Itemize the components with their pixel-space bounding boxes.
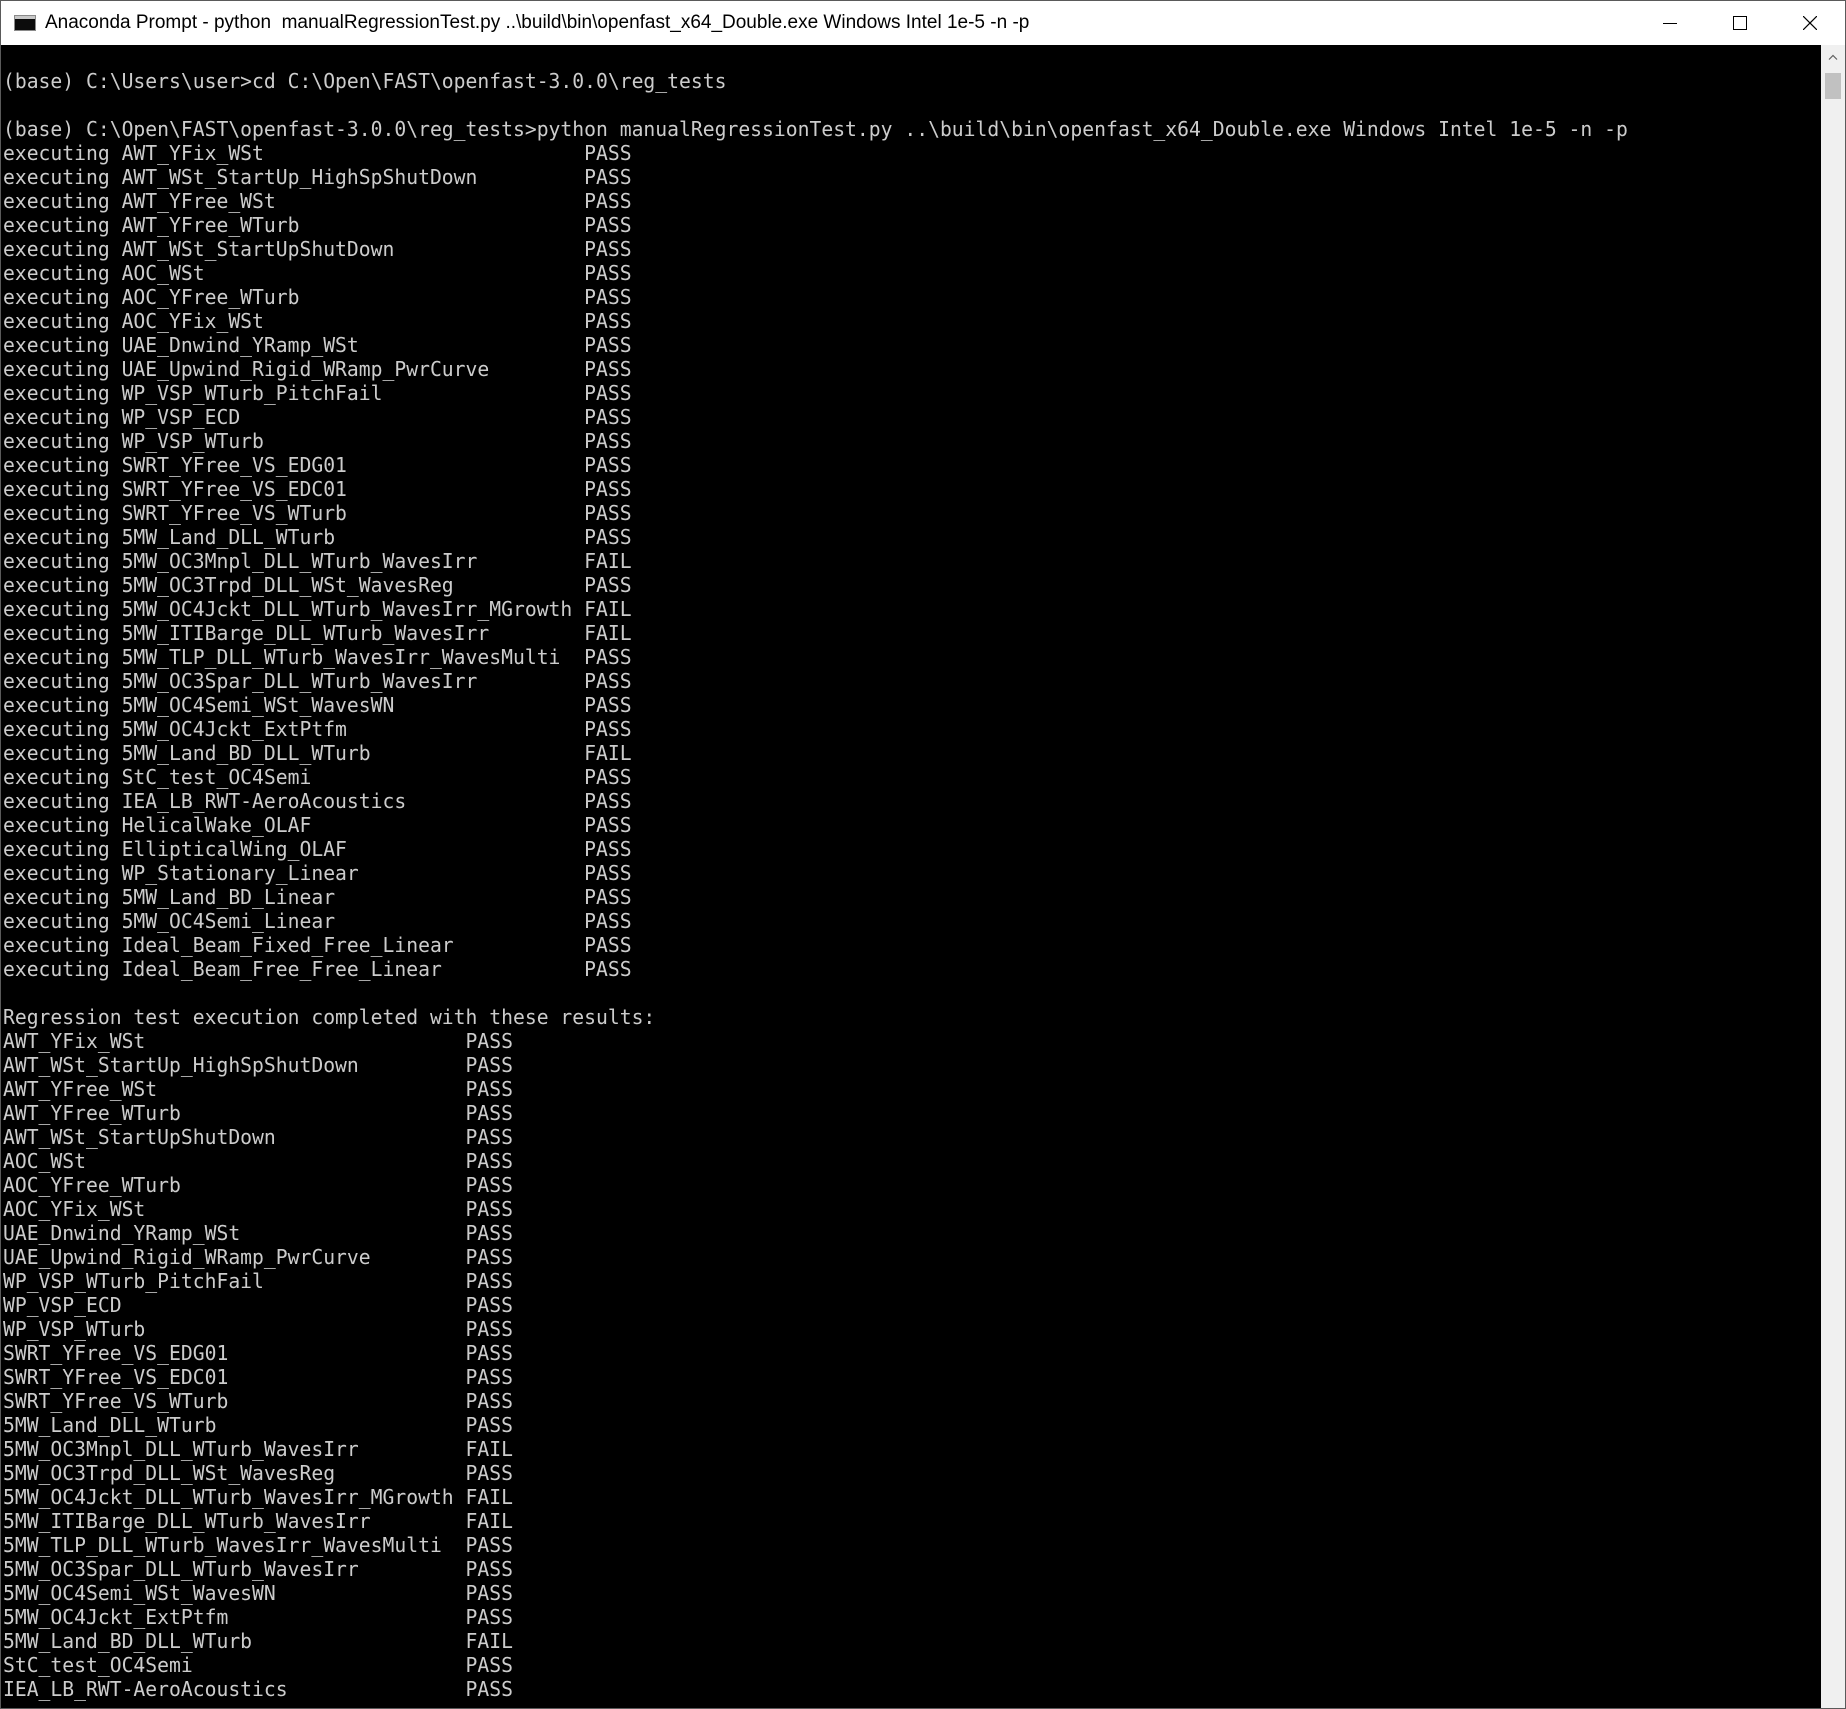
scroll-up-arrow-icon (1828, 54, 1838, 60)
console-line: AOC_YFree_WTurb PASS (2, 1173, 513, 1197)
console-line: 5MW_OC3Mnpl_DLL_WTurb_WavesIrr FAIL (2, 1437, 513, 1461)
console-line: executing AWT_YFree_WTurb PASS (2, 213, 632, 237)
console-line: Regression test execution completed with… (2, 1005, 656, 1029)
console-line: IEA_LB_RWT-AeroAcoustics PASS (2, 1677, 513, 1701)
console-line: executing WP_VSP_WTurb PASS (2, 429, 632, 453)
console-line: executing WP_VSP_WTurb_PitchFail PASS (2, 381, 632, 405)
console-line: executing 5MW_OC4Semi_WSt_WavesWN PASS (2, 693, 632, 717)
console-line: executing EllipticalWing_OLAF PASS (2, 837, 632, 861)
console-line: UAE_Dnwind_YRamp_WSt PASS (2, 1221, 513, 1245)
console-line: 5MW_OC3Trpd_DLL_WSt_WavesReg PASS (2, 1461, 513, 1485)
console-line: 5MW_OC3Spar_DLL_WTurb_WavesIrr PASS (2, 1557, 513, 1581)
console-line: executing UAE_Upwind_Rigid_WRamp_PwrCurv… (2, 357, 632, 381)
console-line: 5MW_Land_BD_DLL_WTurb FAIL (2, 1629, 513, 1653)
console-line: AWT_YFix_WSt PASS (2, 1029, 513, 1053)
console-line: executing Ideal_Beam_Free_Free_Linear PA… (2, 957, 632, 981)
console-output[interactable]: (base) C:\Users\user>cd C:\Open\FAST\ope… (1, 45, 1821, 1708)
scroll-thumb[interactable] (1825, 73, 1841, 99)
console-line: executing UAE_Dnwind_YRamp_WSt PASS (2, 333, 632, 357)
console-line: executing AOC_YFix_WSt PASS (2, 309, 632, 333)
console-line: executing 5MW_Land_BD_DLL_WTurb FAIL (2, 741, 632, 765)
close-icon (1803, 16, 1817, 30)
console-icon (14, 15, 36, 31)
console-line: WP_VSP_WTurb PASS (2, 1317, 513, 1341)
console-line: 5MW_OC4Jckt_ExtPtfm PASS (2, 1605, 513, 1629)
console-line: executing 5MW_OC4Semi_Linear PASS (2, 909, 632, 933)
console-line: 5MW_TLP_DLL_WTurb_WavesIrr_WavesMulti PA… (2, 1533, 513, 1557)
console-line: SWRT_YFree_VS_EDG01 PASS (2, 1341, 513, 1365)
console-line: executing StC_test_OC4Semi PASS (2, 765, 632, 789)
console-line: AOC_WSt PASS (2, 1149, 513, 1173)
console-line: executing WP_VSP_ECD PASS (2, 405, 632, 429)
maximize-button[interactable] (1705, 1, 1775, 45)
console-line: executing 5MW_OC3Spar_DLL_WTurb_WavesIrr… (2, 669, 632, 693)
console-line: executing 5MW_TLP_DLL_WTurb_WavesIrr_Wav… (2, 645, 632, 669)
console-line: AWT_WSt_StartUpShutDown PASS (2, 1125, 513, 1149)
console-line: executing AOC_YFree_WTurb PASS (2, 285, 632, 309)
console-line: SWRT_YFree_VS_EDC01 PASS (2, 1365, 513, 1389)
console-line: SWRT_YFree_VS_WTurb PASS (2, 1389, 513, 1413)
console-line: AOC_YFix_WSt PASS (2, 1197, 513, 1221)
console-line: 5MW_OC4Jckt_DLL_WTurb_WavesIrr_MGrowth F… (2, 1485, 513, 1509)
console-line: executing SWRT_YFree_VS_WTurb PASS (2, 501, 632, 525)
console-line: executing 5MW_OC4Jckt_ExtPtfm PASS (2, 717, 632, 741)
console-line: AWT_WSt_StartUp_HighSpShutDown PASS (2, 1053, 513, 1077)
console-line: 5MW_OC4Semi_WSt_WavesWN PASS (2, 1581, 513, 1605)
console-line: executing HelicalWake_OLAF PASS (2, 813, 632, 837)
console-line: executing AWT_YFree_WSt PASS (2, 189, 632, 213)
console-line: executing SWRT_YFree_VS_EDC01 PASS (2, 477, 632, 501)
console-line: executing 5MW_ITIBarge_DLL_WTurb_WavesIr… (2, 621, 632, 645)
console-line: UAE_Upwind_Rigid_WRamp_PwrCurve PASS (2, 1245, 513, 1269)
window-title: Anaconda Prompt - python manualRegressio… (45, 12, 1030, 33)
console-line: executing 5MW_OC3Mnpl_DLL_WTurb_WavesIrr… (2, 549, 632, 573)
title-bar[interactable]: Anaconda Prompt - python manualRegressio… (1, 1, 1845, 45)
console-line: executing IEA_LB_RWT-AeroAcoustics PASS (2, 789, 632, 813)
console-line: executing 5MW_OC4Jckt_DLL_WTurb_WavesIrr… (2, 597, 632, 621)
console-line: AWT_YFree_WSt PASS (2, 1077, 513, 1101)
console-line: executing SWRT_YFree_VS_EDG01 PASS (2, 453, 632, 477)
console-line: executing 5MW_Land_DLL_WTurb PASS (2, 525, 632, 549)
console-line: (base) C:\Open\FAST\openfast-3.0.0\reg_t… (2, 117, 1628, 141)
console-line: (base) C:\Users\user>cd C:\Open\FAST\ope… (2, 69, 727, 93)
minimize-button[interactable] (1635, 1, 1705, 45)
maximize-icon (1733, 16, 1747, 30)
console-line: executing AWT_WSt_StartUp_HighSpShutDown… (2, 165, 632, 189)
console-window: Anaconda Prompt - python manualRegressio… (0, 0, 1846, 1709)
console-line: WP_VSP_WTurb_PitchFail PASS (2, 1269, 513, 1293)
console-line: WP_VSP_ECD PASS (2, 1293, 513, 1317)
console-line: executing 5MW_Land_BD_Linear PASS (2, 885, 632, 909)
minimize-icon (1663, 23, 1677, 24)
console-line: executing 5MW_OC3Trpd_DLL_WSt_WavesReg P… (2, 573, 632, 597)
console-line: executing Ideal_Beam_Fixed_Free_Linear P… (2, 933, 632, 957)
scroll-up-button[interactable] (1821, 45, 1845, 69)
console-line: AWT_YFree_WTurb PASS (2, 1101, 513, 1125)
console-line: executing AWT_YFix_WSt PASS (2, 141, 632, 165)
console-line: 5MW_Land_DLL_WTurb PASS (2, 1413, 513, 1437)
console-line: StC_test_OC4Semi PASS (2, 1653, 513, 1677)
console-line: 5MW_ITIBarge_DLL_WTurb_WavesIrr FAIL (2, 1509, 513, 1533)
console-line: executing WP_Stationary_Linear PASS (2, 861, 632, 885)
console-line: executing AOC_WSt PASS (2, 261, 632, 285)
vertical-scrollbar[interactable] (1821, 45, 1845, 1708)
console-line: executing AWT_WSt_StartUpShutDown PASS (2, 237, 632, 261)
close-button[interactable] (1775, 1, 1845, 45)
